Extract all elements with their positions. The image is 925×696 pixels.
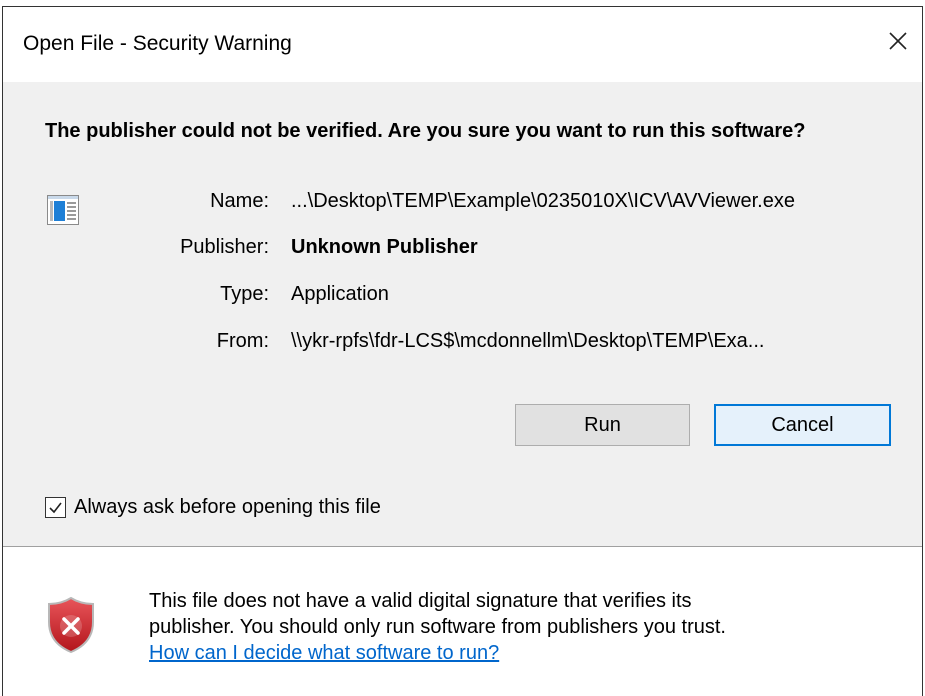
type-value: Application [291, 283, 389, 305]
help-link[interactable]: How can I decide what software to run? [149, 640, 889, 666]
always-ask-checkbox[interactable] [45, 497, 66, 518]
window-title: Open File - Security Warning [23, 32, 292, 55]
warning-headline: The publisher could not be verified. Are… [45, 120, 806, 142]
run-button[interactable]: Run [515, 404, 690, 446]
checkmark-icon [49, 502, 62, 514]
security-warning-dialog: Open File - Security Warning The publish… [2, 6, 923, 696]
name-value: ...\Desktop\TEMP\Example\0235010X\ICV\AV… [291, 190, 795, 212]
type-label: Type: [220, 283, 269, 305]
from-value: \\ykr-rpfs\fdr-LCS$\mcdonnellm\Desktop\T… [291, 330, 765, 352]
warning-line-1: This file does not have a valid digital … [149, 590, 692, 612]
publisher-label: Publisher: [180, 236, 269, 258]
name-row: Name: ...\Desktop\TEMP\Example\0235010X\… [3, 190, 922, 220]
type-row: Type: Application [3, 283, 922, 313]
name-label: Name: [210, 190, 269, 212]
warning-line-2: publisher. You should only run software … [149, 616, 726, 638]
publisher-row: Publisher: Unknown Publisher [3, 236, 922, 266]
signature-warning-text: This file does not have a valid digital … [149, 588, 889, 666]
error-shield-icon [47, 596, 95, 659]
cancel-button[interactable]: Cancel [714, 404, 891, 446]
close-button[interactable] [876, 19, 920, 63]
always-ask-label[interactable]: Always ask before opening this file [74, 496, 381, 519]
title-bar[interactable]: Open File - Security Warning [3, 7, 922, 82]
from-row: From: \\ykr-rpfs\fdr-LCS$\mcdonnellm\Des… [3, 330, 922, 360]
close-icon [889, 32, 907, 50]
from-label: From: [216, 330, 269, 352]
footer-panel: This file does not have a valid digital … [3, 547, 922, 696]
publisher-value: Unknown Publisher [291, 236, 478, 258]
